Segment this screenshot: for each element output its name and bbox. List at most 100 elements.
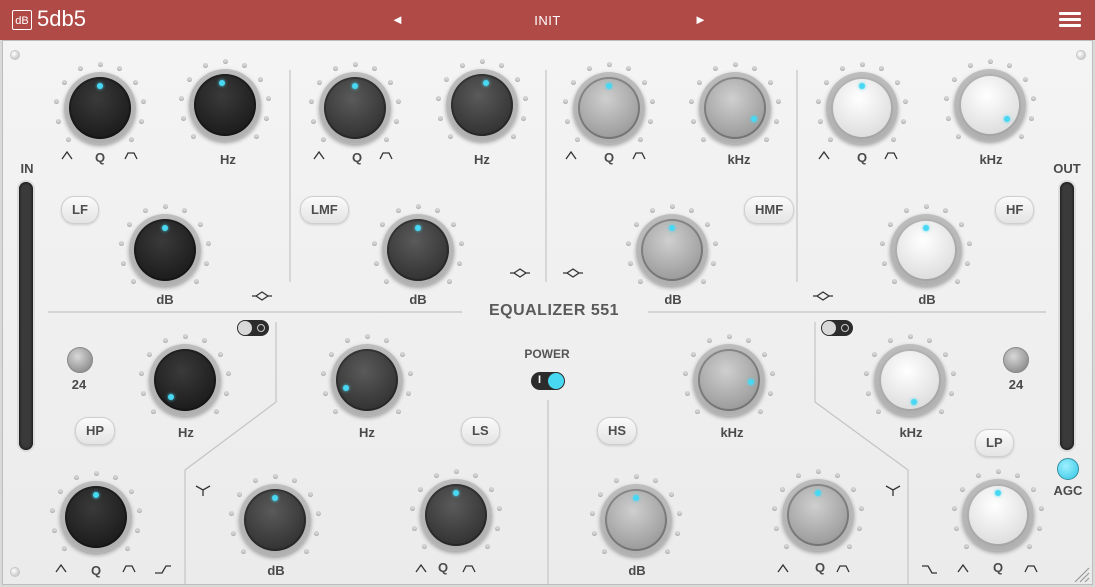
knob-tick-mark — [407, 370, 413, 376]
hs-freq-label: kHz — [720, 425, 744, 440]
lmf-q-knob[interactable] — [319, 72, 391, 144]
knob-tick-mark — [637, 136, 643, 142]
knob-tick-mark — [400, 351, 406, 357]
hf-freq-knob[interactable] — [954, 69, 1026, 141]
lmf-freq-knob[interactable] — [446, 69, 518, 141]
knob-tick-mark — [315, 510, 321, 516]
knob-tick-mark — [763, 136, 769, 142]
knob-tick-mark — [484, 543, 490, 549]
knob-tick-mark — [923, 203, 929, 209]
knob-tick-mark — [57, 488, 63, 494]
knob-indicator-icon — [995, 490, 1001, 496]
knob-tick-mark — [851, 486, 857, 492]
knob-tick-mark — [959, 486, 965, 492]
lp-q-knob[interactable] — [962, 479, 1034, 551]
hp-freq-label: Hz — [178, 425, 194, 440]
knob-tick-mark — [613, 478, 619, 484]
power-toggle[interactable]: I — [531, 372, 565, 390]
knob-tick-mark — [823, 79, 829, 85]
knob-tick-mark — [140, 391, 146, 397]
lf-band-button[interactable]: LF — [61, 196, 99, 224]
knob-tick-mark — [162, 338, 168, 344]
lf-gain-knob[interactable] — [129, 214, 201, 286]
knob-tick-mark — [328, 351, 334, 357]
knob-tick-mark — [1026, 543, 1032, 549]
knob-tick-mark — [945, 116, 951, 122]
knob-tick-mark — [864, 370, 870, 376]
knob-tick-mark — [322, 391, 328, 397]
knob-tick-mark — [627, 261, 633, 267]
agc-button[interactable] — [1057, 458, 1079, 480]
knob-tick-mark — [700, 278, 706, 284]
ls-q-knob[interactable] — [420, 479, 492, 551]
knob-tick-mark — [142, 208, 148, 214]
hf-band-button[interactable]: HF — [995, 196, 1035, 224]
lmf-band-button[interactable]: LMF — [300, 196, 349, 224]
knob-tick-mark — [383, 136, 389, 142]
knob-tick-mark — [649, 208, 655, 214]
knob-tick-mark — [272, 473, 278, 479]
hp-filter-button[interactable]: HP — [75, 417, 116, 445]
hp-enable-toggle[interactable] — [237, 320, 269, 336]
lf-q-knob[interactable] — [64, 72, 136, 144]
knob-tick-mark — [139, 370, 145, 376]
output-level-meter — [1060, 182, 1074, 450]
ls-band-button[interactable]: LS — [461, 417, 500, 445]
lp-filter-button[interactable]: LP — [975, 429, 1014, 457]
knob-tick-mark — [489, 486, 495, 492]
hf-gain-label: dB — [918, 292, 936, 307]
ls-gain-label: dB — [267, 563, 285, 578]
ls-gain-knob[interactable] — [239, 484, 311, 556]
knob-tick-mark — [757, 408, 763, 414]
hp-freq-knob[interactable] — [149, 344, 221, 416]
hp-q-knob[interactable] — [60, 481, 132, 553]
knob-tick-mark — [332, 66, 338, 72]
hmf-band-button[interactable]: HMF — [744, 196, 795, 224]
knob-tick-mark — [690, 119, 696, 125]
hs-q-knob[interactable] — [782, 479, 854, 551]
knob-tick-mark — [669, 491, 675, 497]
lmf-gain-knob[interactable] — [382, 214, 454, 286]
lp-slope-label: 24 — [1008, 377, 1024, 392]
hf-gain-knob[interactable] — [890, 214, 962, 286]
hmf-q-knob[interactable] — [573, 72, 645, 144]
knob-indicator-icon — [633, 495, 639, 501]
lp-freq-knob[interactable] — [874, 344, 946, 416]
knob-indicator-icon — [747, 378, 754, 385]
hs-band-button[interactable]: HS — [597, 417, 638, 445]
knob-tick-mark — [236, 491, 242, 497]
hf-q-knob[interactable] — [826, 72, 898, 144]
power-on-glyph: I — [538, 374, 542, 386]
knob-tick-mark — [379, 221, 385, 227]
lp-slope-button[interactable] — [1003, 347, 1029, 373]
lmf-freq-label: Hz — [474, 152, 490, 167]
knob-tick-mark — [772, 505, 778, 511]
ls-freq-knob[interactable] — [331, 344, 403, 416]
knob-tick-mark — [411, 526, 417, 532]
hmf-freq-knob[interactable] — [699, 72, 771, 144]
knob-tick-mark — [1030, 95, 1036, 101]
knob-tick-mark — [459, 63, 465, 69]
hs-gain-knob[interactable] — [600, 484, 672, 556]
knob-tick-mark — [193, 278, 199, 284]
knob-tick-mark — [649, 98, 655, 104]
knob-tick-mark — [395, 98, 401, 104]
knob-tick-mark — [73, 475, 79, 481]
knob-tick-mark — [865, 391, 871, 397]
knob-tick-mark — [871, 351, 877, 357]
knob-tick-mark — [762, 351, 768, 357]
knob-tick-mark — [97, 61, 103, 67]
hp-slope-button[interactable] — [67, 347, 93, 373]
hmf-gain-knob[interactable] — [636, 214, 708, 286]
knob-tick-mark — [120, 261, 126, 267]
knob-tick-mark — [93, 470, 99, 476]
input-meter-label: IN — [20, 161, 34, 176]
lp-enable-toggle[interactable] — [821, 320, 853, 336]
knob-tick-mark — [858, 505, 864, 511]
knob-tick-mark — [564, 119, 570, 125]
knob-tick-mark — [590, 510, 596, 516]
lmf-q-label: Q — [351, 150, 363, 165]
lf-freq-knob[interactable] — [189, 69, 261, 141]
knob-tick-mark — [453, 468, 459, 474]
hs-freq-knob[interactable] — [693, 344, 765, 416]
